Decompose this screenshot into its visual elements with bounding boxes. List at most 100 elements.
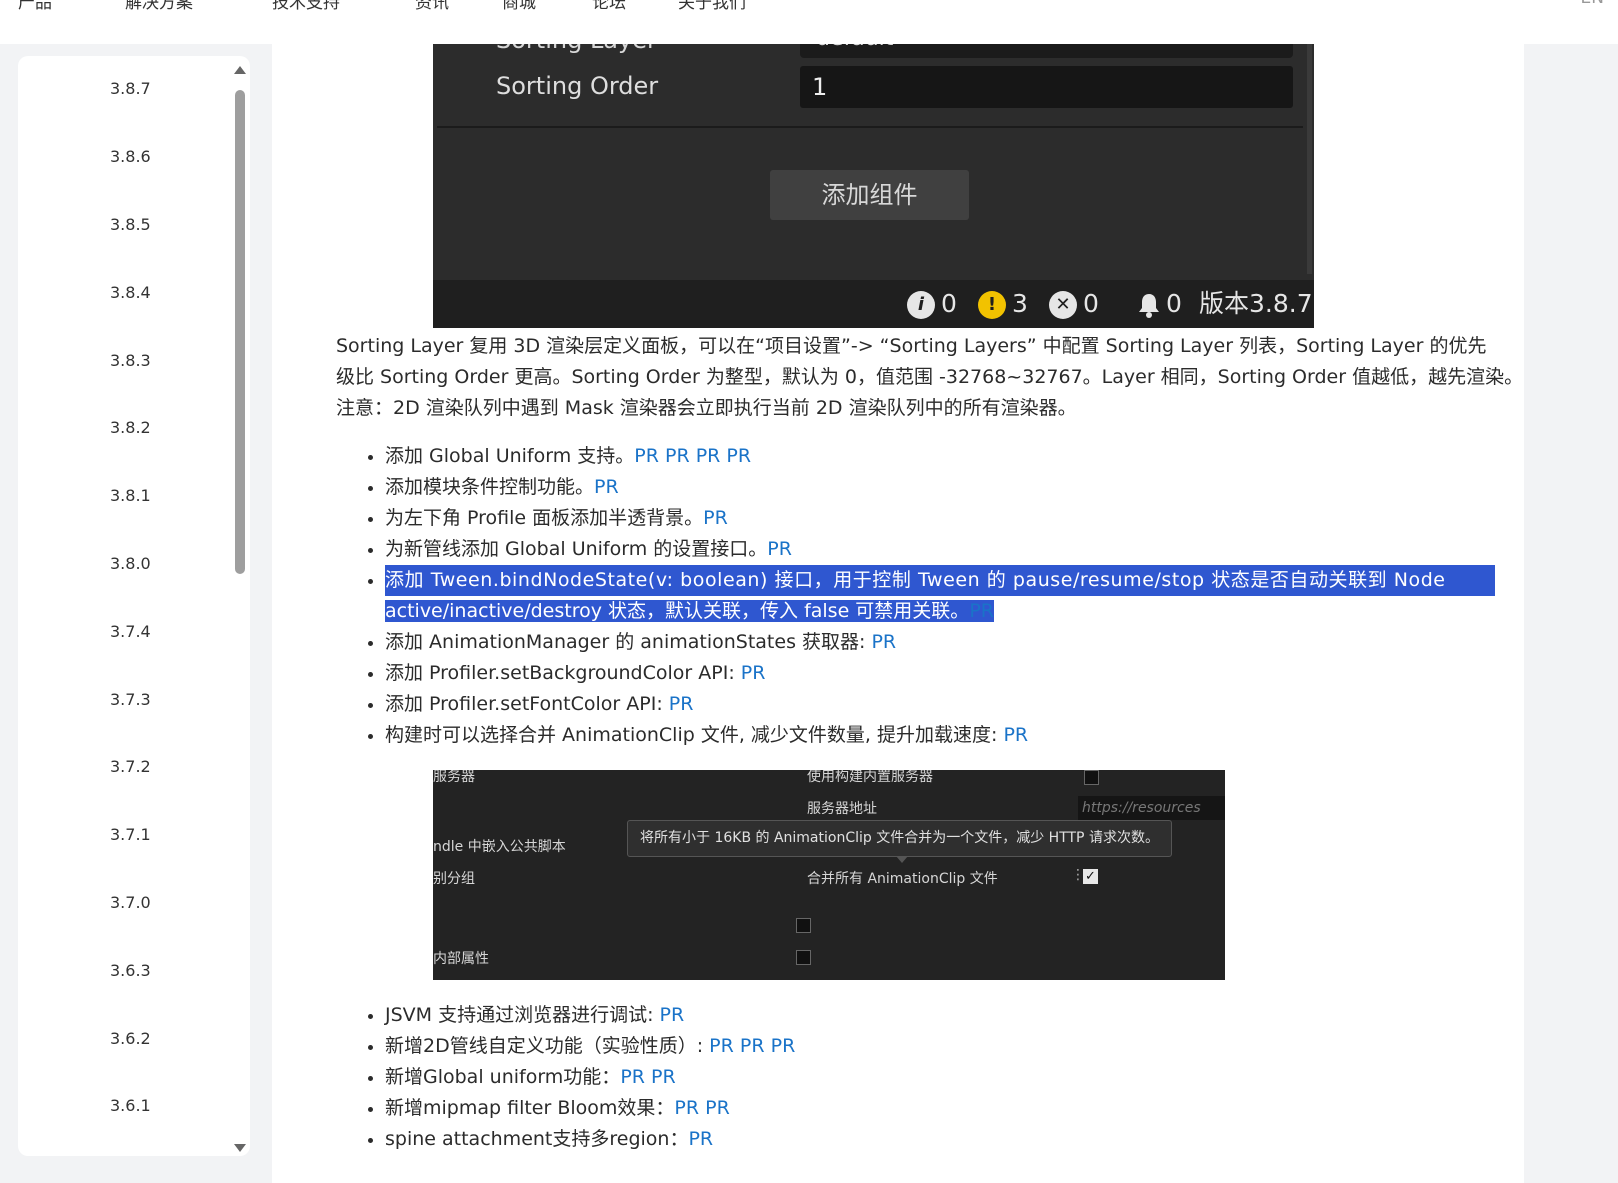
version-sidebar: 3.8.7 3.8.6 3.8.5 3.8.4 3.8.3 3.8.2 3.8.… [18,56,250,1156]
sidebar-item-3-7-0[interactable]: 3.7.0 [18,888,238,918]
sidebar-item-3-8-2[interactable]: 3.8.2 [18,413,238,443]
error-status: ✕ 0 [1049,288,1099,320]
info-count: 0 [941,289,957,318]
build-label-internal: 内部属性 [433,951,489,967]
nav-item-news[interactable]: 资讯 [415,0,449,13]
list-item-text: 添加 Profiler.setFontColor API: [385,693,669,715]
sidebar-item-3-6-1[interactable]: 3.6.1 [18,1091,238,1121]
option-checkbox [796,918,811,933]
sidebar-scrollbar[interactable] [234,66,246,1156]
sidebar-item-3-8-7[interactable]: 3.8.7 [18,74,238,104]
nav-item-solutions[interactable]: 解决方案 [125,0,193,13]
list-item: 为左下角 Profile 面板添加半透背景。PR [368,503,1495,534]
list-item: 添加 Global Uniform 支持。PR PR PR PR [368,441,1495,472]
main-content: Sorting Layer default Sorting Order 1 添加… [272,44,1524,1183]
error-icon: ✕ [1049,291,1077,319]
sidebar-item-3-8-3[interactable]: 3.8.3 [18,346,238,376]
change-list-2: JSVM 支持通过浏览器进行调试: PR 新增2D管线自定义功能（实验性质）: … [368,1000,1495,1155]
list-item: 新增2D管线自定义功能（实验性质）: PR PR PR [368,1031,1495,1062]
pr-link[interactable]: PR [634,445,659,467]
sidebar-item-3-8-0[interactable]: 3.8.0 [18,549,238,579]
inspector-panel: Sorting Layer default Sorting Order 1 添加… [433,44,1314,280]
nav-item-store[interactable]: 商城 [502,0,536,13]
nav-item-support[interactable]: 技术支持 [272,0,340,13]
pr-link[interactable]: PR [651,1066,676,1088]
list-item: 添加 Profiler.setBackgroundColor API: PR [368,658,1495,689]
sidebar-item-3-8-6[interactable]: 3.8.6 [18,142,238,172]
pr-link[interactable]: PR [674,1097,699,1119]
pr-link[interactable]: PR [741,662,766,684]
pr-link[interactable]: PR [969,600,994,622]
selected-text-line: active/inactive/destroy 状态，默认关联，传入 false… [385,600,994,622]
scroll-up-arrow-icon[interactable] [234,66,246,74]
pr-link[interactable]: PR [871,631,896,653]
sidebar-item-3-7-3[interactable]: 3.7.3 [18,685,238,715]
pr-link[interactable]: PR [726,445,751,467]
pr-link[interactable]: PR [660,1004,685,1026]
sidebar-item-3-7-1[interactable]: 3.7.1 [18,820,238,850]
pr-link[interactable]: PR [669,693,694,715]
sidebar-item-3-7-2[interactable]: 3.7.2 [18,752,238,782]
sidebar-item-3-6-2[interactable]: 3.6.2 [18,1024,238,1054]
nav-item-about[interactable]: 关于我们 [678,0,746,13]
info-icon: i [907,291,935,319]
pr-link[interactable]: PR [1003,724,1028,746]
sidebar-item-3-8-1[interactable]: 3.8.1 [18,481,238,511]
list-item-text: active/inactive/destroy 状态，默认关联，传入 false… [385,600,970,622]
list-item-text: 添加 Profiler.setBackgroundColor API: [385,662,741,684]
sidebar-item-3-8-4[interactable]: 3.8.4 [18,278,238,308]
pr-link[interactable]: PR [688,1128,713,1150]
list-item-text: 新增mipmap filter Bloom效果： [385,1097,675,1119]
description-line: Sorting Layer 复用 3D 渲染层定义面板，可以在“项目设置”-> … [336,335,1487,357]
sidebar-item-3-7-4[interactable]: 3.7.4 [18,617,238,647]
top-nav: 产品 解决方案 技术支持 资讯 商城 论坛 关于我们 EN [0,0,1618,44]
notice-count: 0 [1166,289,1182,318]
list-item-text: 新增2D管线自定义功能（实验性质）: [385,1035,710,1057]
description-line: 注意：2D 渲染队列中遇到 Mask 渲染器会立即执行当前 2D 渲染队列中的所… [336,397,1077,419]
pr-link[interactable]: PR [696,445,721,467]
selected-text-line: 添加 Tween.bindNodeState(v: boolean) 接口，用于… [385,565,1495,596]
scroll-down-arrow-icon[interactable] [234,1144,246,1152]
pr-link[interactable]: PR [703,507,728,529]
pr-link[interactable]: PR [709,1035,734,1057]
nav-item-forum[interactable]: 论坛 [592,0,626,13]
nav-item-products[interactable]: 产品 [18,0,52,13]
panel-scrollbar [1307,44,1312,274]
sorting-order-field: 1 [800,66,1293,108]
list-item-text: JSVM 支持通过浏览器进行调试: [385,1004,660,1026]
list-item: 新增Global uniform功能：PR PR [368,1062,1495,1093]
server-address-label: 服务器地址 [807,801,877,817]
list-item-text: 构建时可以选择合并 AnimationClip 文件, 减少文件数量, 提升加载… [385,724,1004,746]
list-item-text: 为左下角 Profile 面板添加半透背景。 [385,507,704,529]
build-label-server: 服务器 [433,770,475,785]
sorting-layer-description: Sorting Layer 复用 3D 渲染层定义面板，可以在“项目设置”-> … [336,331,1523,424]
build-label-bundle: ndle 中嵌入公共脚本 [433,839,566,855]
list-item-text: 添加模块条件控制功能。 [385,476,595,498]
pr-link[interactable]: PR [767,538,792,560]
version-label: 版本3.8.7 [1199,289,1313,318]
list-item: JSVM 支持通过浏览器进行调试: PR [368,1000,1495,1031]
sidebar-item-3-6-3[interactable]: 3.6.3 [18,956,238,986]
list-item: 添加 AnimationManager 的 animationStates 获取… [368,627,1495,658]
scroll-thumb[interactable] [235,90,245,574]
sidebar-item-3-8-5[interactable]: 3.8.5 [18,210,238,240]
pr-link[interactable]: PR [705,1097,730,1119]
sorting-order-label: Sorting Order [496,72,659,100]
list-item: 添加 Profiler.setFontColor API: PR [368,689,1495,720]
error-count: 0 [1083,289,1099,318]
pr-link[interactable]: PR [665,445,690,467]
pr-link[interactable]: PR [620,1066,645,1088]
divider [437,126,1303,128]
pr-link[interactable]: PR [594,476,619,498]
warn-count: 3 [1012,289,1028,318]
sorting-layer-select: default [800,44,1293,58]
list-item: 为新管线添加 Global Uniform 的设置接口。PR [368,534,1495,565]
list-item: 添加模块条件控制功能。PR [368,472,1495,503]
list-item: 新增mipmap filter Bloom效果：PR PR [368,1093,1495,1124]
bell-icon [1139,294,1159,318]
language-switch[interactable]: EN [1581,0,1604,8]
notice-status: 0 [1138,288,1182,320]
server-address-input: https://resources [1078,796,1225,820]
pr-link[interactable]: PR [740,1035,765,1057]
pr-link[interactable]: PR [771,1035,796,1057]
